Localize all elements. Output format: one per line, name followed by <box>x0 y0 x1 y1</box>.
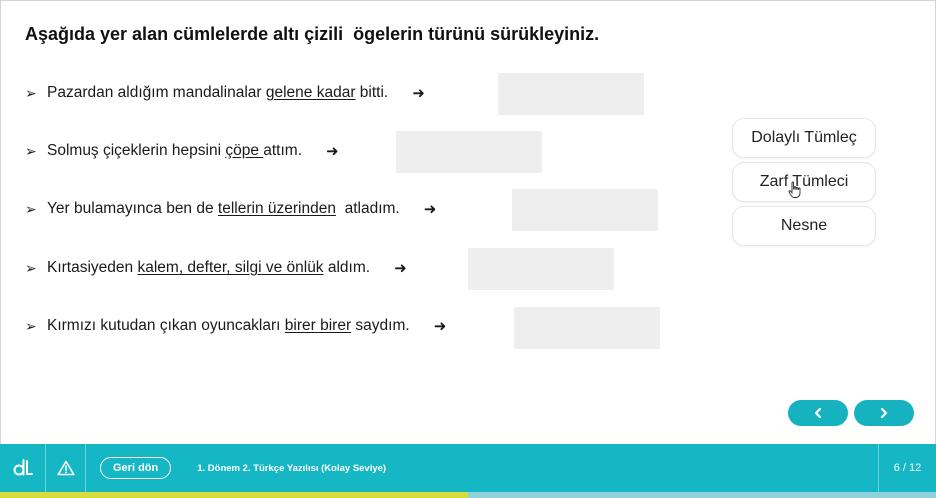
drop-zone-1[interactable] <box>498 73 644 115</box>
warning-icon <box>56 460 75 476</box>
underlined-phrase: tellerin üzerinden <box>217 200 336 217</box>
option-zarf-tumleci[interactable]: Zarf Tümleci <box>732 162 876 202</box>
chevron-right-icon <box>880 407 888 419</box>
sentence-row-2: ➢ Solmuş çiçeklerin hepsini çöpe attım. … <box>25 129 339 173</box>
sentence-text: Yer bulamayınca ben de tellerin üzerinde… <box>47 200 400 217</box>
sentence-row-4: ➢ Kırtasiyeden kalem, defter, silgi ve ö… <box>25 246 407 290</box>
drop-zone-3[interactable] <box>512 189 658 231</box>
logo-icon <box>13 459 33 476</box>
drop-zone-5[interactable] <box>514 307 660 349</box>
arrow-icon: ➜ <box>423 201 437 218</box>
arrow-icon: ➜ <box>326 143 339 160</box>
bullet-icon: ➢ <box>25 200 37 217</box>
page-indicator: 6 / 12 <box>878 444 936 492</box>
drop-zone-2[interactable] <box>396 131 542 173</box>
arrow-icon: ➜ <box>394 260 407 277</box>
sentence-row-1: ➢ Pazardan aldığım mandalinalar gelene k… <box>25 71 425 115</box>
next-button[interactable] <box>854 400 914 426</box>
arrow-icon: ➜ <box>433 318 447 335</box>
drop-zone-4[interactable] <box>468 248 614 290</box>
app-logo <box>0 444 46 492</box>
underlined-phrase: birer birer <box>284 317 352 334</box>
bullet-icon: ➢ <box>25 84 37 101</box>
lesson-title: 1. Dönem 2. Türkçe Yazılısı (Kolay Seviy… <box>197 462 387 474</box>
previous-button[interactable] <box>788 400 848 426</box>
progress-fill <box>0 492 468 498</box>
option-nesne[interactable]: Nesne <box>732 206 876 246</box>
footer-bar: Geri dön 1. Dönem 2. Türkçe Yazılısı (Ko… <box>0 444 936 492</box>
sentence-row-3: ➢ Yer bulamayınca ben de tellerin üzerin… <box>25 187 436 231</box>
sentence-text: Kırtasiyeden kalem, defter, silgi ve önl… <box>47 259 371 276</box>
back-button[interactable]: Geri dön <box>100 457 172 479</box>
question-title: Aşağıda yer alan cümlelerde altı çizili … <box>25 24 600 44</box>
bullet-icon: ➢ <box>25 259 37 276</box>
arrow-icon: ➜ <box>412 85 425 102</box>
chevron-left-icon <box>814 407 822 419</box>
underlined-phrase: kalem, defter, silgi ve önlük <box>137 259 324 276</box>
option-dolayli-tumlec[interactable]: Dolaylı Tümleç <box>732 118 876 158</box>
sentence-row-5: ➢ Kırmızı kutudan çıkan oyuncakları bire… <box>25 304 446 348</box>
sentence-text: Kırmızı kutudan çıkan oyuncakları birer … <box>47 317 410 334</box>
bullet-icon: ➢ <box>25 142 37 159</box>
underlined-phrase: çöpe <box>225 142 264 159</box>
activity-frame: Aşağıda yer alan cümlelerde altı çizili … <box>0 0 936 498</box>
sentence-text: Solmuş çiçeklerin hepsini çöpe attım. <box>47 142 303 159</box>
hand-cursor-icon <box>788 181 801 198</box>
report-button[interactable] <box>46 444 86 492</box>
underlined-phrase: gelene kadar <box>265 84 356 101</box>
sentence-text: Pazardan aldığım mandalinalar gelene kad… <box>47 84 389 101</box>
progress-bar <box>0 492 936 498</box>
bullet-icon: ➢ <box>25 317 37 334</box>
